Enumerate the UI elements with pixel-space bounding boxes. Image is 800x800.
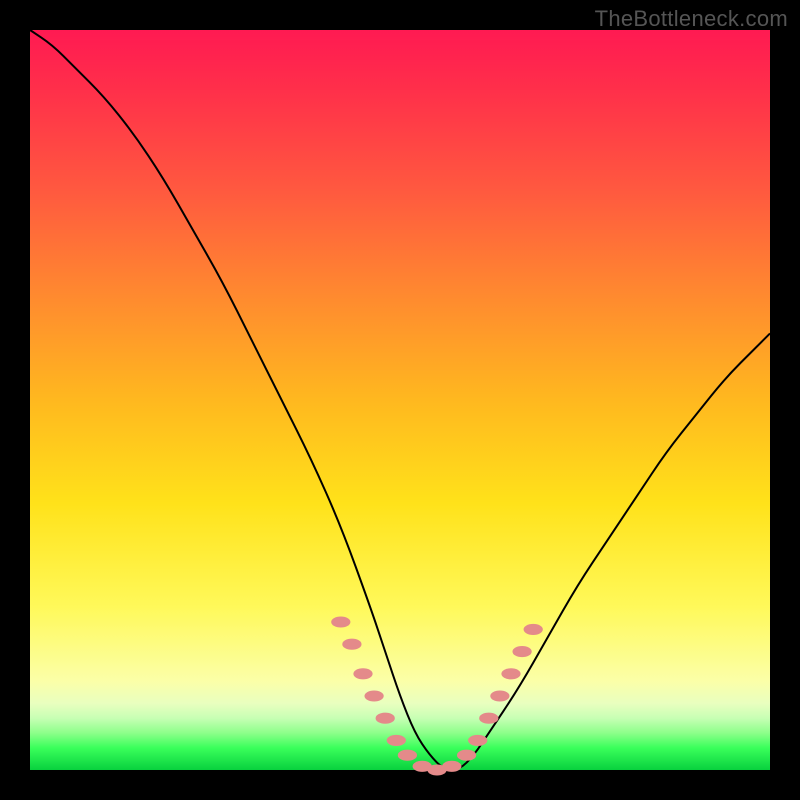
highlight-dot — [342, 639, 361, 650]
highlight-dot — [479, 713, 498, 724]
highlight-dot — [512, 646, 531, 657]
highlight-dot — [387, 735, 406, 746]
highlight-dot — [524, 624, 543, 635]
highlight-dot — [376, 713, 395, 724]
chart-stage: TheBottleneck.com — [0, 0, 800, 800]
chart-overlay-svg — [30, 30, 770, 770]
highlight-dot — [331, 616, 350, 627]
highlight-dot — [490, 690, 509, 701]
bottleneck-curve — [30, 30, 770, 770]
highlight-dot — [442, 761, 461, 772]
highlight-dot — [353, 668, 372, 679]
highlight-dot — [398, 750, 417, 761]
highlight-dot — [501, 668, 520, 679]
highlight-dot — [468, 735, 487, 746]
highlight-dot — [364, 690, 383, 701]
highlight-dots-group — [331, 616, 543, 775]
highlight-dot — [457, 750, 476, 761]
watermark-text: TheBottleneck.com — [595, 6, 788, 32]
